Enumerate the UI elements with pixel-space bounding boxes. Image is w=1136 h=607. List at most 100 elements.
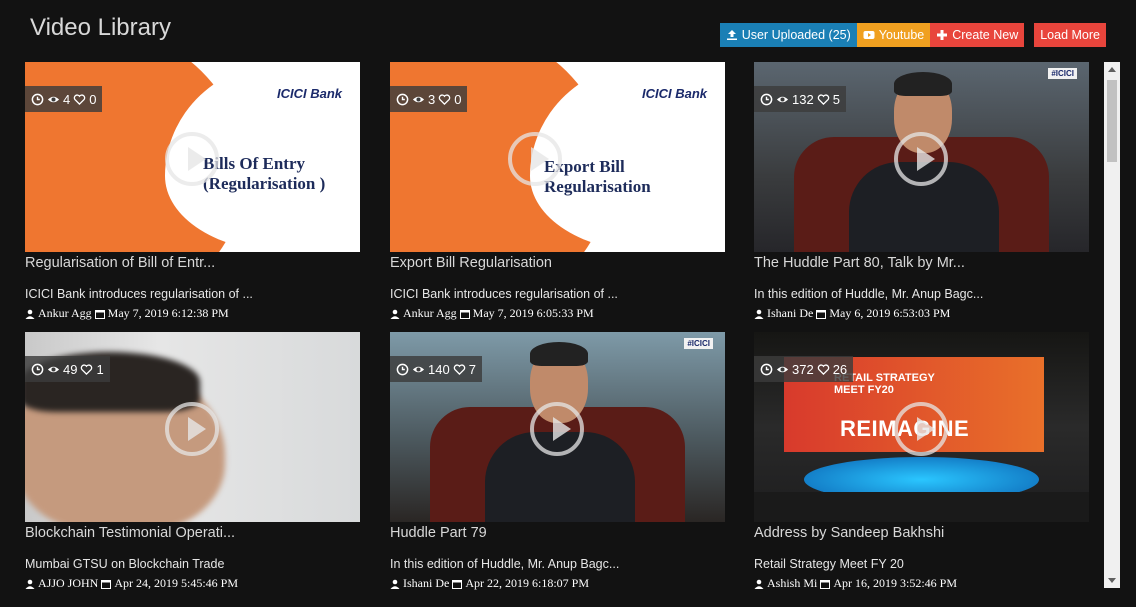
play-icon[interactable] — [894, 132, 948, 186]
user-icon — [390, 309, 400, 319]
play-icon[interactable] — [165, 402, 219, 456]
video-card[interactable]: 49 1 Blockchain Testimonial Operati... M… — [25, 332, 360, 592]
channel-logo: #ICICI — [1048, 68, 1077, 79]
youtube-icon — [863, 31, 875, 39]
heart-icon — [817, 363, 829, 375]
video-date: Apr 16, 2019 3:52:46 PM — [833, 576, 958, 590]
thumbnail-art — [894, 72, 952, 96]
upload-icon — [726, 30, 737, 40]
scrollbar-thumb[interactable] — [1107, 80, 1117, 162]
like-count: 0 — [89, 91, 97, 107]
heart-icon — [438, 93, 451, 105]
plus-icon — [937, 30, 948, 40]
play-icon[interactable] — [894, 402, 948, 456]
video-title[interactable]: Blockchain Testimonial Operati... — [25, 525, 235, 541]
heart-icon — [73, 93, 86, 105]
video-meta: Ishani De May 6, 2019 6:53:03 PM — [754, 306, 950, 321]
top-bar: Video Library User Uploaded (25) Youtube… — [0, 0, 1136, 56]
video-title[interactable]: Huddle Part 79 — [390, 525, 487, 541]
scroll-up-arrow-icon[interactable] — [1108, 67, 1116, 72]
thumbnail-text: Bills Of Entry (Regularisation ) — [203, 154, 325, 194]
scroll-down-arrow-icon[interactable] — [1108, 578, 1116, 583]
video-description: In this edition of Huddle, Mr. Anup Bagc… — [390, 557, 620, 571]
heart-icon — [81, 363, 93, 375]
heart-icon — [817, 93, 829, 105]
channel-logo: #ICICI — [684, 338, 713, 349]
video-thumbnail[interactable]: ICICI Bank Bills Of Entry (Regularisatio… — [25, 62, 360, 252]
view-count: 49 — [63, 361, 78, 377]
video-meta: Ankur Agg May 7, 2019 6:05:33 PM — [390, 306, 594, 321]
video-date: May 7, 2019 6:05:33 PM — [472, 306, 594, 320]
youtube-label: Youtube — [878, 28, 925, 42]
play-icon[interactable] — [508, 132, 562, 186]
user-icon — [25, 579, 35, 589]
user-uploaded-label: User Uploaded (25) — [741, 28, 851, 42]
video-thumbnail[interactable]: 49 1 — [25, 332, 360, 522]
calendar-icon — [94, 309, 105, 319]
video-author: AJJO JOHN — [38, 576, 99, 590]
video-meta: Ishani De Apr 22, 2019 6:18:07 PM — [390, 576, 589, 591]
video-card[interactable]: ICICI Bank Bills Of Entry (Regularisatio… — [25, 62, 360, 322]
video-date: May 7, 2019 6:12:38 PM — [107, 306, 229, 320]
video-description: ICICI Bank introduces regularisation of … — [390, 287, 618, 301]
eye-icon — [47, 96, 60, 102]
video-thumbnail[interactable]: #ICICI 132 5 — [754, 62, 1089, 252]
vertical-scrollbar[interactable] — [1104, 62, 1120, 588]
like-count: 5 — [832, 91, 840, 107]
video-title[interactable]: The Huddle Part 80, Talk by Mr... — [754, 255, 965, 271]
view-count: 132 — [792, 91, 814, 107]
video-stats: 132 5 — [754, 86, 846, 112]
video-thumbnail[interactable]: ICICI Bank Export Bill Regularisation 3 … — [390, 62, 725, 252]
video-card[interactable]: ICICI Bank Export Bill Regularisation 3 … — [390, 62, 725, 322]
video-grid: ICICI Bank Bills Of Entry (Regularisatio… — [25, 62, 1091, 602]
user-uploaded-button[interactable]: User Uploaded (25) — [719, 23, 857, 47]
video-description: Mumbai GTSU on Blockchain Trade — [25, 557, 225, 571]
video-meta: Ankur Agg May 7, 2019 6:12:38 PM — [25, 306, 229, 321]
video-card[interactable]: #ICICI 132 5 The Huddle Part 80, Talk by… — [754, 62, 1089, 322]
video-description: Retail Strategy Meet FY 20 — [754, 557, 904, 571]
view-count: 3 — [428, 91, 436, 107]
video-author: Ishani De — [767, 306, 814, 320]
video-title[interactable]: Regularisation of Bill of Entr... — [25, 255, 215, 271]
video-title[interactable]: Address by Sandeep Bakhshi — [754, 525, 944, 541]
bank-logo: ICICI Bank — [641, 86, 707, 101]
video-stats: 372 26 — [754, 356, 854, 382]
load-more-button[interactable]: Load More — [1034, 23, 1106, 47]
user-icon — [754, 309, 764, 319]
thumbnail-text-line: MEET FY20 — [834, 384, 894, 396]
video-stats: 140 7 — [390, 356, 482, 382]
eye-icon — [412, 96, 425, 102]
video-author: Ishani De — [403, 576, 450, 590]
video-date: Apr 22, 2019 6:18:07 PM — [465, 576, 590, 590]
calendar-icon — [101, 579, 112, 589]
page-title: Video Library — [30, 14, 171, 41]
video-title[interactable]: Export Bill Regularisation — [390, 255, 552, 271]
video-author: Ankur Agg — [38, 306, 92, 320]
play-icon[interactable] — [530, 402, 584, 456]
clock-icon — [760, 363, 773, 375]
clock-icon — [396, 93, 409, 105]
youtube-button[interactable]: Youtube — [856, 23, 931, 47]
create-new-button[interactable]: Create New — [930, 23, 1025, 47]
clock-icon — [31, 363, 44, 375]
video-card[interactable]: #ICICI 140 7 Huddle Part 79 In this edit… — [390, 332, 725, 592]
video-date: May 6, 2019 6:53:03 PM — [829, 306, 951, 320]
user-icon — [25, 309, 35, 319]
video-description: ICICI Bank introduces regularisation of … — [25, 287, 253, 301]
eye-icon — [776, 366, 789, 372]
video-stats: 3 0 — [390, 86, 468, 112]
calendar-icon — [459, 309, 470, 319]
video-author: Ankur Agg — [403, 306, 457, 320]
video-thumbnail[interactable]: #ICICI 140 7 — [390, 332, 725, 522]
clock-icon — [396, 363, 409, 375]
calendar-icon — [452, 579, 463, 589]
play-icon[interactable] — [165, 132, 219, 186]
video-thumbnail[interactable]: RETAIL STRATEGY MEET FY20 REIMAGINE 372 … — [754, 332, 1089, 522]
video-card[interactable]: RETAIL STRATEGY MEET FY20 REIMAGINE 372 … — [754, 332, 1089, 592]
video-stats: 49 1 — [25, 356, 110, 382]
calendar-icon — [820, 579, 831, 589]
toolbar: User Uploaded (25) Youtube Create New Lo… — [719, 23, 1106, 47]
eye-icon — [47, 366, 60, 372]
like-count: 0 — [454, 91, 462, 107]
thumbnail-art — [754, 492, 1089, 522]
